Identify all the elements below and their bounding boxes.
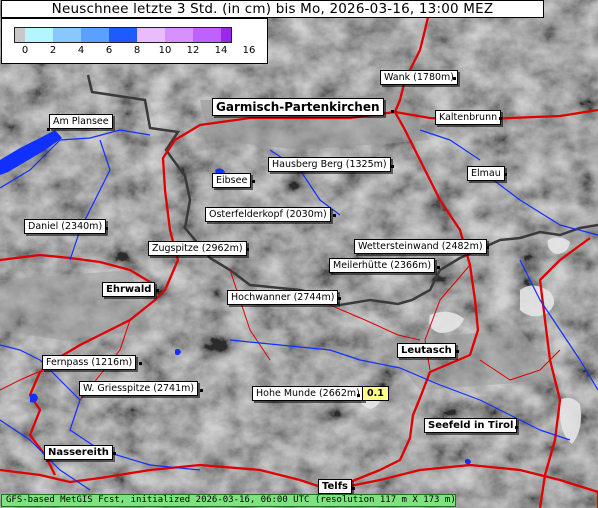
place-label-wettersteinwand[interactable]: Wettersteinwand (2482m)	[354, 239, 487, 254]
legend-tick-label: 6	[105, 45, 113, 56]
legend-tick-label: 8	[133, 45, 141, 56]
place-dot	[515, 426, 518, 429]
legend-swatch	[165, 28, 193, 42]
place-label-hochwanner[interactable]: Hochwanner (2744m)	[227, 290, 339, 305]
place-dot	[391, 110, 394, 113]
place-dot	[456, 350, 459, 353]
place-dot	[453, 77, 456, 80]
place-dot	[139, 362, 142, 365]
place-label-garmisch-partenkirchen[interactable]: Garmisch-Partenkirchen	[212, 98, 384, 116]
place-label-daniel[interactable]: Daniel (2340m)	[24, 219, 107, 234]
snow-legend: 0 2 4 6 8 10 12 14 16	[1, 18, 268, 64]
place-dot	[486, 246, 489, 249]
legend-tick-label: 4	[77, 45, 85, 56]
place-label-am-plansee[interactable]: Am Plansee	[49, 114, 113, 129]
place-dot	[47, 128, 50, 131]
place-dot	[200, 389, 203, 392]
place-label-hohe-munde[interactable]: Hohe Munde (2662m)	[252, 386, 364, 401]
legend-tick-label: 2	[49, 45, 57, 56]
place-dot	[105, 227, 108, 230]
legend-tick-label: 14	[214, 45, 228, 56]
place-label-fernpass[interactable]: Fernpass (1216m)	[42, 355, 137, 370]
place-dot	[352, 487, 355, 490]
place-label-meilerhuette[interactable]: Meilerhütte (2366m)	[329, 258, 436, 273]
legend-tick-label: 0	[21, 45, 29, 56]
place-label-hausberg-berg[interactable]: Hausberg Berg (1325m)	[268, 157, 391, 172]
legend-swatch	[15, 28, 25, 42]
legend-swatch	[221, 28, 231, 42]
snow-value-hohe-munde: 0.1	[362, 386, 389, 401]
place-dot	[437, 266, 440, 269]
place-dot	[504, 173, 507, 176]
legend-tick-label: 12	[186, 45, 200, 56]
place-label-w-griesspitze[interactable]: W. Griesspitze (2741m)	[79, 381, 199, 396]
place-dot	[338, 297, 341, 300]
place-label-wank[interactable]: Wank (1780m)	[380, 70, 458, 85]
place-label-telfs[interactable]: Telfs	[318, 479, 353, 494]
place-dot	[357, 394, 360, 397]
place-dot	[499, 117, 502, 120]
place-label-kaltenbrunn[interactable]: Kaltenbrunn	[435, 110, 502, 125]
place-dot	[246, 248, 249, 251]
legend-swatch	[25, 28, 53, 42]
legend-swatch	[109, 28, 137, 42]
place-label-seefeld-in-tirol[interactable]: Seefeld in Tirol	[424, 418, 518, 433]
place-label-zugspitze[interactable]: Zugspitze (2962m)	[148, 241, 247, 256]
place-label-ehrwald[interactable]: Ehrwald	[102, 282, 156, 297]
place-dot	[156, 289, 159, 292]
legend-swatch	[53, 28, 81, 42]
place-label-osterfelderkopf[interactable]: Osterfelderkopf (2030m)	[205, 207, 331, 222]
map-title: Neuschnee letzte 3 Std. (in cm) bis Mo, …	[1, 0, 544, 18]
place-dot	[113, 452, 116, 455]
legend-swatch	[193, 28, 221, 42]
place-dot	[252, 180, 255, 183]
place-dot	[333, 214, 336, 217]
legend-swatch	[137, 28, 165, 42]
legend-tick-label: 10	[158, 45, 172, 56]
place-label-leutasch[interactable]: Leutasch	[397, 343, 456, 358]
model-info-footer: GFS-based MetGIS Fcst, initialized 2026-…	[1, 494, 456, 507]
place-label-elmau[interactable]: Elmau	[467, 166, 505, 181]
legend-swatch	[81, 28, 109, 42]
legend-colorbar	[14, 27, 232, 43]
place-label-eibsee[interactable]: Eibsee	[212, 173, 252, 188]
place-label-nassereith[interactable]: Nassereith	[44, 445, 113, 460]
legend-tick-label: 16	[242, 45, 256, 56]
place-dot	[391, 165, 394, 168]
